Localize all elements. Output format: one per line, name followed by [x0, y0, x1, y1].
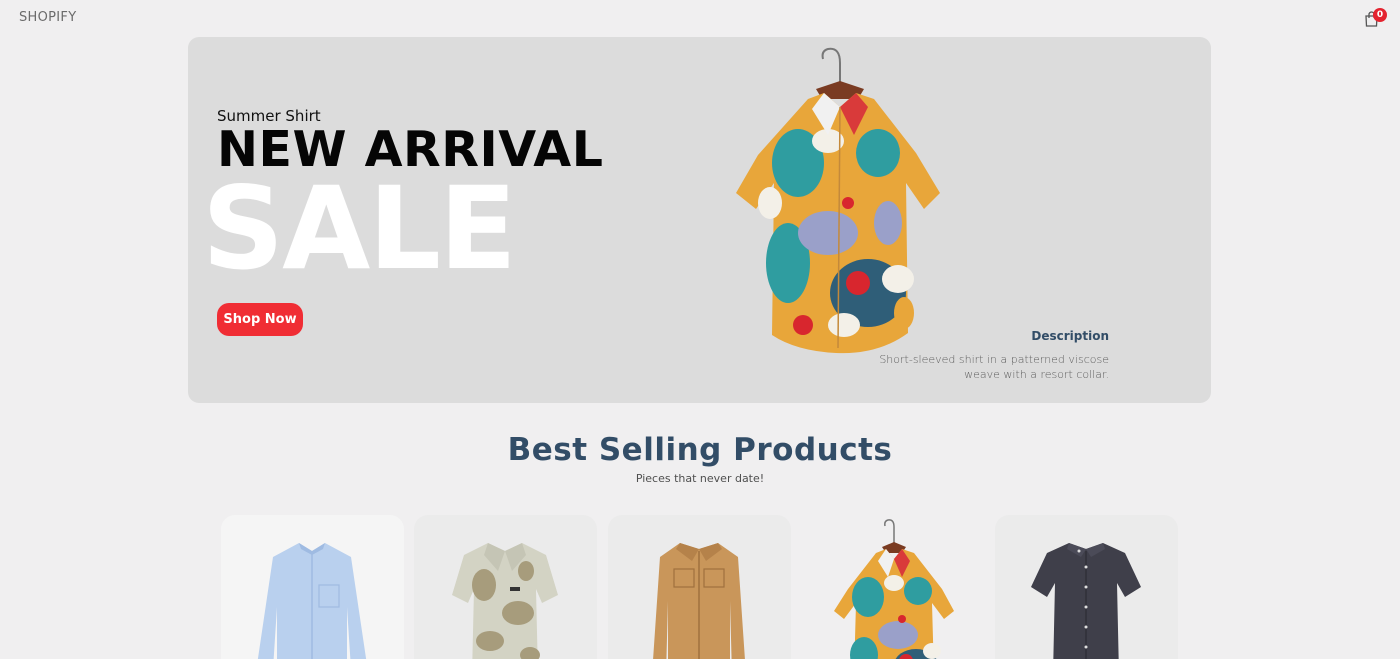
hero-banner: Summer Shirt NEW ARRIVAL SALE Shop Now D… — [188, 37, 1211, 403]
shop-now-button[interactable]: Shop Now — [217, 303, 303, 336]
printed-shirt-image — [834, 519, 954, 659]
description-text: Short-sleeved shirt in a patterned visco… — [849, 352, 1109, 382]
products-title: Best Selling Products — [507, 432, 893, 468]
product-card[interactable] — [414, 515, 597, 659]
hero-description: Description Short-sleeved shirt in a pat… — [849, 329, 1109, 382]
cart-button[interactable]: 0 — [1362, 8, 1390, 30]
product-card[interactable] — [802, 515, 985, 659]
navbar: SHOPIFY 0 — [0, 0, 1400, 36]
product-card[interactable] — [995, 515, 1178, 659]
description-title: Description — [1031, 329, 1109, 343]
products-heading: Best Selling Products Pieces that never … — [0, 432, 1400, 485]
product-card[interactable] — [221, 515, 404, 659]
dark-navy-shirt-image — [1031, 543, 1141, 659]
light-blue-shirt-image — [257, 543, 367, 659]
description-line-1: Short-sleeved shirt in a patterned visco… — [879, 353, 1109, 366]
hero-shirt-image — [736, 47, 940, 354]
beige-print-shirt-image — [452, 543, 558, 659]
products-subtitle: Pieces that never date! — [635, 472, 765, 485]
description-line-2: weave with a resort collar. — [964, 368, 1109, 381]
product-card[interactable] — [608, 515, 791, 659]
cart-count-badge: 0 — [1373, 8, 1387, 22]
hero-large-text: SALE — [202, 162, 517, 295]
logo[interactable]: SHOPIFY — [19, 10, 76, 25]
tan-overshirt-image — [653, 543, 745, 659]
